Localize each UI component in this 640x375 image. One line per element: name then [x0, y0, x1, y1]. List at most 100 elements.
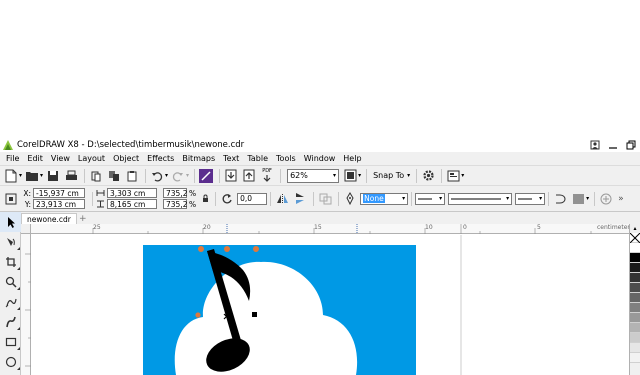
- horizontal-ruler[interactable]: 25 20 15 10 5 0 5 centimeters: [31, 224, 633, 234]
- zoom-level-select[interactable]: 62% ▾: [287, 168, 340, 183]
- lock-ratio-icon[interactable]: [200, 191, 210, 207]
- options-gear-icon[interactable]: [420, 168, 436, 184]
- palette-scroll-up-icon[interactable]: ▴: [630, 224, 640, 233]
- toolbox: [0, 212, 21, 375]
- color-swatch[interactable]: [630, 263, 640, 273]
- search-content-icon[interactable]: [198, 168, 214, 184]
- color-swatch[interactable]: [630, 303, 640, 313]
- user-icon[interactable]: [586, 137, 604, 152]
- color-swatch[interactable]: [630, 243, 640, 253]
- toolbar-separator: [219, 168, 221, 183]
- rotation-input[interactable]: 0,0: [237, 192, 268, 205]
- color-swatch[interactable]: [630, 323, 640, 333]
- export-icon[interactable]: [241, 168, 257, 184]
- end-arrowhead-select[interactable]: ▾: [515, 192, 546, 205]
- convert-to-curves-icon[interactable]: [317, 191, 333, 207]
- vertical-ruler[interactable]: [21, 234, 31, 375]
- y-position-input[interactable]: 23,913 cm: [33, 199, 85, 209]
- document-tab[interactable]: newone.cdr: [21, 213, 77, 224]
- shape-tool-icon[interactable]: [0, 232, 21, 252]
- menu-window[interactable]: Window: [301, 154, 341, 163]
- chevron-down-icon: ▾: [439, 195, 443, 202]
- artistic-media-tool-icon[interactable]: [0, 312, 21, 332]
- menu-help[interactable]: Help: [340, 154, 366, 163]
- undo-icon[interactable]: [149, 168, 165, 184]
- redo-icon[interactable]: [170, 168, 186, 184]
- copy-icon[interactable]: [106, 168, 122, 184]
- print-icon[interactable]: [63, 168, 79, 184]
- open-folder-icon[interactable]: [24, 168, 40, 184]
- paste-icon[interactable]: [124, 168, 140, 184]
- menu-bar: File Edit View Layout Object Effects Bit…: [0, 152, 640, 165]
- rectangle-tool-icon[interactable]: [0, 332, 21, 352]
- object-origin-icon[interactable]: [3, 191, 19, 207]
- cut-icon[interactable]: [88, 168, 104, 184]
- launcher-dropdown-icon[interactable]: ▾: [461, 172, 464, 179]
- color-swatch[interactable]: [630, 273, 640, 283]
- menu-edit[interactable]: Edit: [24, 154, 48, 163]
- drawing-canvas[interactable]: [31, 235, 629, 375]
- menu-bitmaps[interactable]: Bitmaps: [179, 154, 220, 163]
- add-plus-icon[interactable]: [598, 191, 614, 207]
- color-swatch[interactable]: [630, 283, 640, 293]
- new-document-icon[interactable]: [3, 168, 19, 184]
- open-dropdown-icon[interactable]: ▾: [40, 172, 43, 179]
- snap-to-button[interactable]: Snap To ▾: [370, 171, 413, 180]
- color-swatch[interactable]: [630, 333, 640, 343]
- mirror-horizontal-icon[interactable]: [274, 191, 290, 207]
- outline-width-select[interactable]: None ▾: [360, 192, 409, 205]
- color-swatch[interactable]: [630, 293, 640, 303]
- color-swatch[interactable]: [630, 313, 640, 323]
- color-swatch[interactable]: [630, 343, 640, 353]
- scale-y-value: 735,2: [166, 199, 188, 209]
- ellipse-tool-icon[interactable]: [0, 352, 21, 372]
- ruler-origin[interactable]: [21, 224, 31, 234]
- application-launcher-icon[interactable]: [445, 168, 461, 184]
- restore-icon[interactable]: [622, 137, 640, 152]
- publish-pdf-icon[interactable]: PDF: [259, 168, 275, 184]
- freehand-tool-icon[interactable]: [0, 292, 21, 312]
- chevron-down-icon: ▾: [402, 195, 406, 202]
- no-color-swatch[interactable]: [629, 232, 640, 244]
- new-dropdown-icon[interactable]: ▾: [19, 172, 22, 179]
- import-icon[interactable]: [223, 168, 239, 184]
- menu-table[interactable]: Table: [244, 154, 273, 163]
- mirror-vertical-icon[interactable]: [292, 191, 308, 207]
- menu-file[interactable]: File: [3, 154, 24, 163]
- scale-y-input[interactable]: 735,2: [163, 199, 187, 209]
- menu-layout[interactable]: Layout: [75, 154, 110, 163]
- toolbar-separator: [416, 168, 418, 183]
- text-wrap-icon[interactable]: [570, 191, 586, 207]
- flyout-indicator: [17, 367, 20, 370]
- color-swatch[interactable]: [630, 253, 640, 263]
- menu-tools[interactable]: Tools: [273, 154, 301, 163]
- menu-text[interactable]: Text: [220, 154, 244, 163]
- menu-object[interactable]: Object: [110, 154, 144, 163]
- more-chevron-icon[interactable]: »: [618, 194, 624, 204]
- wrap-dropdown-icon[interactable]: ▾: [586, 195, 589, 202]
- scale-x-input[interactable]: 735,2: [163, 188, 187, 198]
- new-tab-plus-icon[interactable]: +: [77, 213, 89, 224]
- view-dropdown-icon[interactable]: ▾: [358, 172, 361, 179]
- x-position-input[interactable]: -15,937 cm: [33, 188, 85, 198]
- full-screen-preview-icon[interactable]: [342, 168, 358, 184]
- zoom-tool-icon[interactable]: [0, 272, 21, 292]
- save-icon[interactable]: [45, 168, 61, 184]
- pick-tool-icon[interactable]: [0, 212, 21, 232]
- flyout-indicator: [17, 267, 20, 270]
- menu-effects[interactable]: Effects: [144, 154, 179, 163]
- close-curve-icon[interactable]: [552, 191, 568, 207]
- height-input[interactable]: 8,165 cm: [107, 199, 157, 209]
- minimize-icon[interactable]: [604, 137, 622, 152]
- redo-dropdown-icon[interactable]: ▾: [186, 172, 189, 179]
- start-arrowhead-select[interactable]: ▾: [415, 192, 446, 205]
- crop-tool-icon[interactable]: [0, 252, 21, 272]
- menu-view[interactable]: View: [48, 154, 75, 163]
- line-style-select[interactable]: ▾: [448, 192, 513, 205]
- chevron-down-icon: ▾: [333, 172, 337, 179]
- y-label: Y:: [24, 199, 31, 209]
- color-swatch[interactable]: [630, 353, 640, 363]
- undo-dropdown-icon[interactable]: ▾: [165, 172, 168, 179]
- title-bar: CorelDRAW X8 - D:\selected\timbermusik\n…: [0, 137, 640, 152]
- width-input[interactable]: 3,303 cm: [107, 188, 157, 198]
